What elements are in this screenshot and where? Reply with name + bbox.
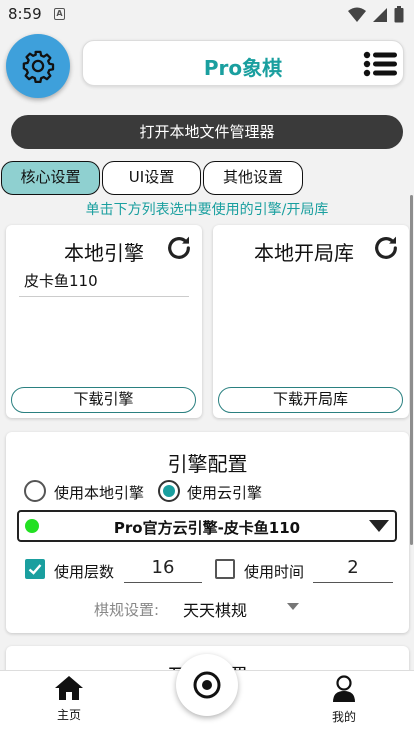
center-action-button[interactable] — [176, 654, 238, 716]
engine-config-title: 引擎配置 — [167, 452, 248, 476]
use-cloud-engine-radio[interactable] — [158, 480, 180, 502]
dropdown-arrow-icon — [369, 520, 389, 532]
battery-icon — [394, 6, 404, 23]
time-input[interactable]: 2 — [313, 555, 393, 583]
open-file-manager-button[interactable]: 打开本地文件管理器 — [11, 115, 403, 149]
status-time: 8:59 — [8, 5, 42, 23]
tab-ui-settings[interactable]: UI设置 — [102, 161, 201, 195]
notification-icon: A — [54, 8, 65, 20]
title-bar: Pro象棋 — [82, 40, 404, 86]
use-local-engine-radio[interactable] — [24, 480, 46, 502]
depth-input[interactable]: 16 — [124, 555, 202, 583]
user-icon — [333, 675, 355, 702]
scrollbar[interactable] — [410, 195, 413, 545]
selected-engine: Pro官方云引擎-皮卡鱼110 — [113, 519, 301, 537]
selection-hint: 单击下方列表选中要使用的引擎/开局库 — [85, 202, 329, 218]
nav-mine[interactable]: 我的 — [304, 675, 384, 725]
tab-core-settings[interactable]: 核心设置 — [1, 161, 100, 195]
signal-icon — [373, 7, 387, 22]
rule-setting-select[interactable]: 天天棋规 — [183, 597, 247, 621]
home-icon — [55, 676, 83, 700]
refresh-icon[interactable] — [370, 232, 402, 264]
wifi-icon — [348, 7, 366, 22]
rule-dropdown-arrow-icon[interactable] — [287, 603, 299, 611]
settings-button[interactable] — [6, 34, 70, 98]
refresh-icon[interactable] — [163, 232, 195, 264]
nav-home[interactable]: 主页 — [29, 675, 109, 723]
rule-setting-label: 棋规设置: — [94, 601, 160, 619]
engine-list-item[interactable]: 皮卡鱼110 — [19, 269, 189, 297]
check-icon — [28, 564, 42, 575]
use-time-checkbox[interactable] — [215, 559, 235, 579]
gear-icon — [22, 50, 55, 83]
use-local-engine-label: 使用本地引擎 — [54, 484, 145, 502]
status-bar: 8:59 A — [0, 0, 414, 30]
target-icon — [193, 671, 221, 699]
nav-home-label: 主页 — [56, 708, 81, 722]
download-engine-button[interactable]: 下载引擎 — [11, 387, 196, 413]
use-cloud-engine-label: 使用云引擎 — [187, 484, 263, 502]
tab-other-settings[interactable]: 其他设置 — [203, 161, 303, 195]
use-depth-label: 使用层数 — [54, 563, 115, 581]
local-engine-card: 本地引擎 皮卡鱼110 下载引擎 — [6, 225, 202, 418]
menu-list-icon[interactable] — [363, 49, 399, 79]
nav-mine-label: 我的 — [331, 710, 356, 724]
use-time-label: 使用时间 — [244, 563, 305, 581]
engine-select-dropdown[interactable]: Pro官方云引擎-皮卡鱼110 — [17, 510, 397, 542]
system-icons — [348, 6, 404, 23]
app-title: Pro象棋 — [203, 56, 283, 80]
download-book-button[interactable]: 下载开局库 — [218, 387, 403, 413]
use-depth-checkbox[interactable] — [25, 559, 45, 579]
local-book-card: 本地开局库 下载开局库 — [213, 225, 409, 418]
